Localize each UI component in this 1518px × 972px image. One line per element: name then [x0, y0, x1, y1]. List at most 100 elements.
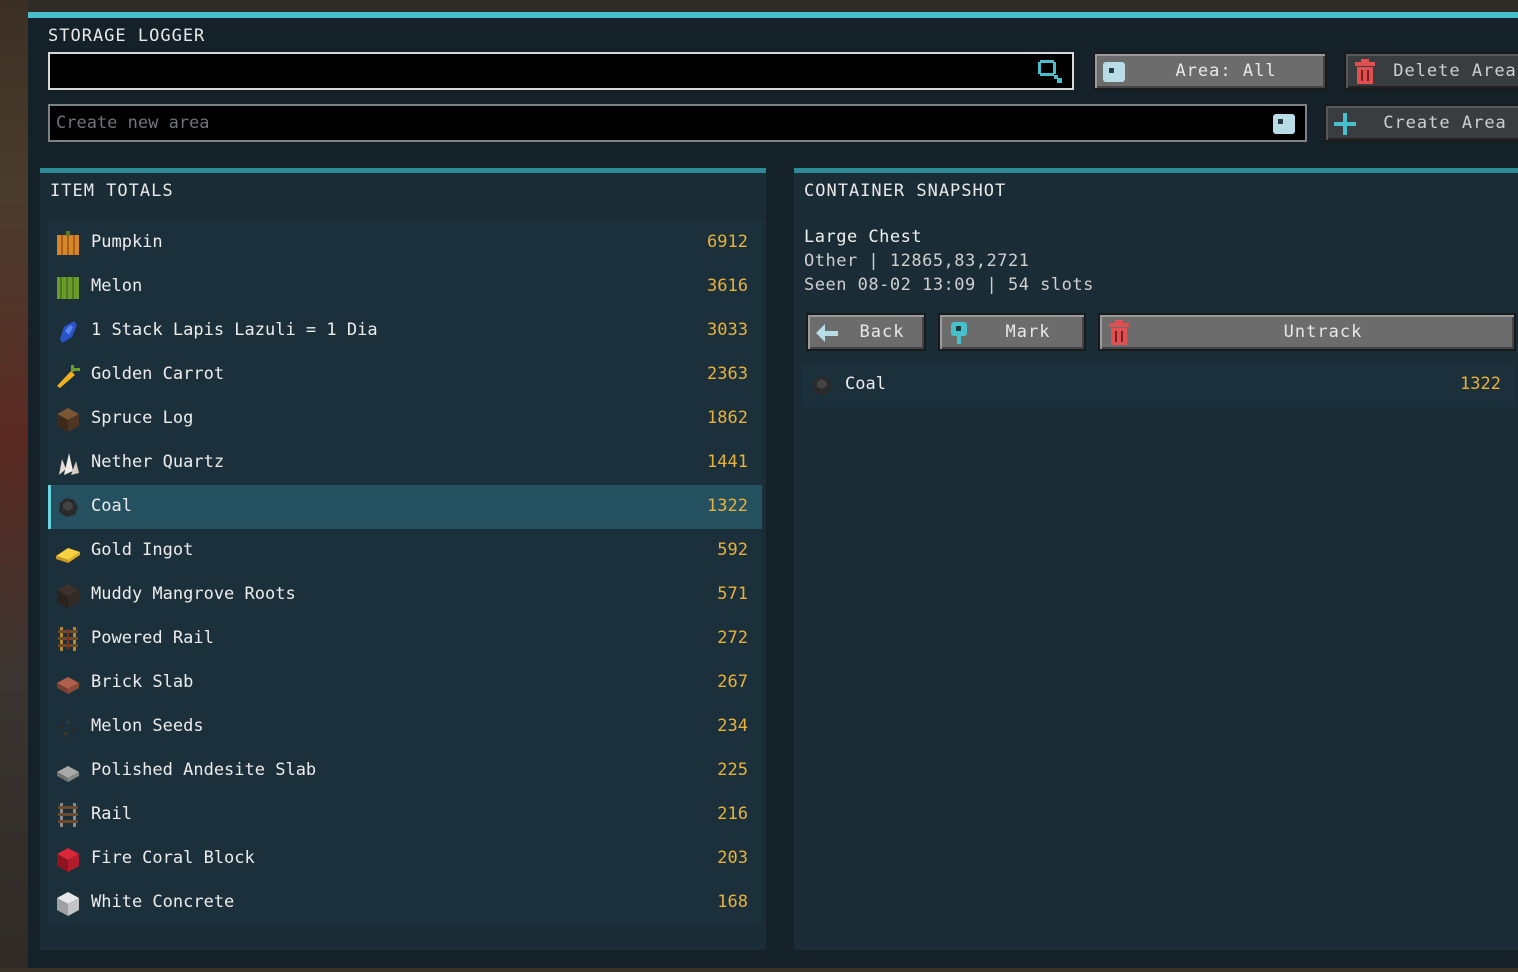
delete-area-button[interactable]: Delete Area: [1344, 52, 1518, 90]
container-name: Large Chest: [804, 227, 923, 247]
item-row[interactable]: Fire Coral Block 203: [48, 837, 762, 881]
item-name: White Concrete: [91, 892, 235, 912]
area-filter-label: Area: All: [1175, 61, 1277, 81]
item-row[interactable]: Polished Andesite Slab 225: [48, 749, 762, 793]
mangrove-roots-icon: [57, 584, 79, 608]
search-icon[interactable]: [1036, 58, 1066, 86]
item-count: 1322: [707, 496, 748, 516]
item-row[interactable]: 1 Stack Lapis Lazuli = 1 Dia 3033: [48, 309, 762, 353]
white-concrete-icon: [57, 892, 79, 916]
delete-area-label: Delete Area: [1393, 61, 1517, 81]
create-area-field[interactable]: [48, 104, 1307, 142]
item-name: Gold Ingot: [91, 540, 194, 560]
item-name: Golden Carrot: [91, 364, 225, 384]
item-name: Melon: [91, 276, 143, 296]
container-snapshot-panel: CONTAINER SNAPSHOT Large Chest Other | 1…: [794, 168, 1518, 950]
item-row[interactable]: Melon Seeds 234: [48, 705, 762, 749]
item-name: Rail: [91, 804, 132, 824]
item-row[interactable]: White Concrete 168: [48, 881, 762, 925]
fire-coral-icon: [57, 848, 79, 872]
item-row[interactable]: Rail 216: [48, 793, 762, 837]
item-name: Melon Seeds: [91, 716, 204, 736]
map-pin-icon: [1273, 114, 1295, 134]
item-count: 1862: [707, 408, 748, 428]
item-count: 168: [717, 892, 748, 912]
coal-icon: [813, 376, 832, 395]
untrack-label: Untrack: [1283, 322, 1363, 342]
storage-logger-window: STORAGE LOGGER Area: All Delete Area Cre…: [28, 12, 1518, 968]
item-row[interactable]: Spruce Log 1862: [48, 397, 762, 441]
item-totals-title: ITEM TOTALS: [50, 181, 174, 201]
search-field[interactable]: [48, 52, 1074, 90]
item-name: Powered Rail: [91, 628, 214, 648]
item-name: Spruce Log: [91, 408, 194, 428]
item-count: 571: [717, 584, 748, 604]
brick-slab-icon: [57, 677, 79, 694]
item-name: Nether Quartz: [91, 452, 225, 472]
background-world: [0, 0, 28, 972]
item-list: Pumpkin 6912 Melon 3616 1 Stack Lapis Lazuli…: [48, 221, 762, 925]
item-row[interactable]: Melon 3616: [48, 265, 762, 309]
item-count: 225: [717, 760, 748, 780]
golden-carrot-icon: [57, 365, 80, 388]
item-count: 267: [717, 672, 748, 692]
item-name: Muddy Mangrove Roots: [91, 584, 296, 604]
create-area-input[interactable]: [50, 106, 1305, 140]
create-area-label: Create Area: [1383, 113, 1507, 133]
search-input[interactable]: [50, 54, 1072, 88]
item-count: 272: [717, 628, 748, 648]
item-count: 234: [717, 716, 748, 736]
mark-label: Mark: [1005, 322, 1051, 342]
create-area-button[interactable]: Create Area: [1324, 104, 1518, 142]
pumpkin-icon: [57, 231, 79, 255]
trash-icon: [1109, 320, 1129, 345]
item-name: Pumpkin: [91, 232, 163, 252]
background-top: [0, 0, 1518, 12]
back-label: Back: [859, 322, 905, 342]
back-button[interactable]: Back: [806, 313, 926, 351]
lapis-icon: [60, 321, 77, 343]
map-pin-icon: [1103, 62, 1125, 82]
snapshot-item-name: Coal: [845, 374, 886, 394]
item-name: Coal: [91, 496, 132, 516]
quartz-icon: [59, 453, 79, 475]
item-row[interactable]: Powered Rail 272: [48, 617, 762, 661]
item-row[interactable]: Brick Slab 267: [48, 661, 762, 705]
plus-icon: [1334, 113, 1356, 135]
container-seen: Seen 08-02 13:09 | 54 slots: [804, 275, 1094, 295]
trash-icon: [1355, 59, 1375, 84]
snapshot-item-row[interactable]: Coal 1322: [802, 363, 1515, 407]
item-name: 1 Stack Lapis Lazuli = 1 Dia: [91, 320, 378, 340]
coal-icon: [59, 498, 78, 517]
untrack-button[interactable]: Untrack: [1098, 313, 1516, 351]
item-row[interactable]: Gold Ingot 592: [48, 529, 762, 573]
item-count: 1441: [707, 452, 748, 472]
rail-icon: [58, 803, 78, 827]
arrow-left-icon: [816, 324, 838, 342]
melon-seeds-icon: [60, 721, 75, 735]
andesite-slab-icon: [57, 766, 79, 782]
container-snapshot-title: CONTAINER SNAPSHOT: [804, 181, 1007, 201]
marker-icon: [951, 322, 967, 344]
background-bottom: [0, 968, 1518, 972]
area-filter-button[interactable]: Area: All: [1093, 52, 1327, 90]
item-row[interactable]: Coal 1322: [48, 485, 762, 529]
item-row[interactable]: Muddy Mangrove Roots 571: [48, 573, 762, 617]
item-count: 2363: [707, 364, 748, 384]
item-count: 216: [717, 804, 748, 824]
gold-ingot-icon: [56, 548, 80, 563]
item-totals-panel: ITEM TOTALS Pumpkin 6912 Melon 3616 1 Stack …: [40, 168, 766, 950]
item-row[interactable]: Nether Quartz 1441: [48, 441, 762, 485]
mark-button[interactable]: Mark: [938, 313, 1086, 351]
item-row[interactable]: Golden Carrot 2363: [48, 353, 762, 397]
powered-rail-icon: [58, 627, 78, 651]
item-count: 3616: [707, 276, 748, 296]
spruce-log-icon: [57, 408, 79, 432]
item-row[interactable]: Pumpkin 6912: [48, 221, 762, 265]
item-count: 592: [717, 540, 748, 560]
snapshot-item-count: 1322: [1460, 374, 1501, 394]
item-name: Polished Andesite Slab: [91, 760, 317, 780]
melon-icon: [57, 277, 79, 299]
item-count: 203: [717, 848, 748, 868]
container-location: Other | 12865,83,2721: [804, 251, 1030, 271]
